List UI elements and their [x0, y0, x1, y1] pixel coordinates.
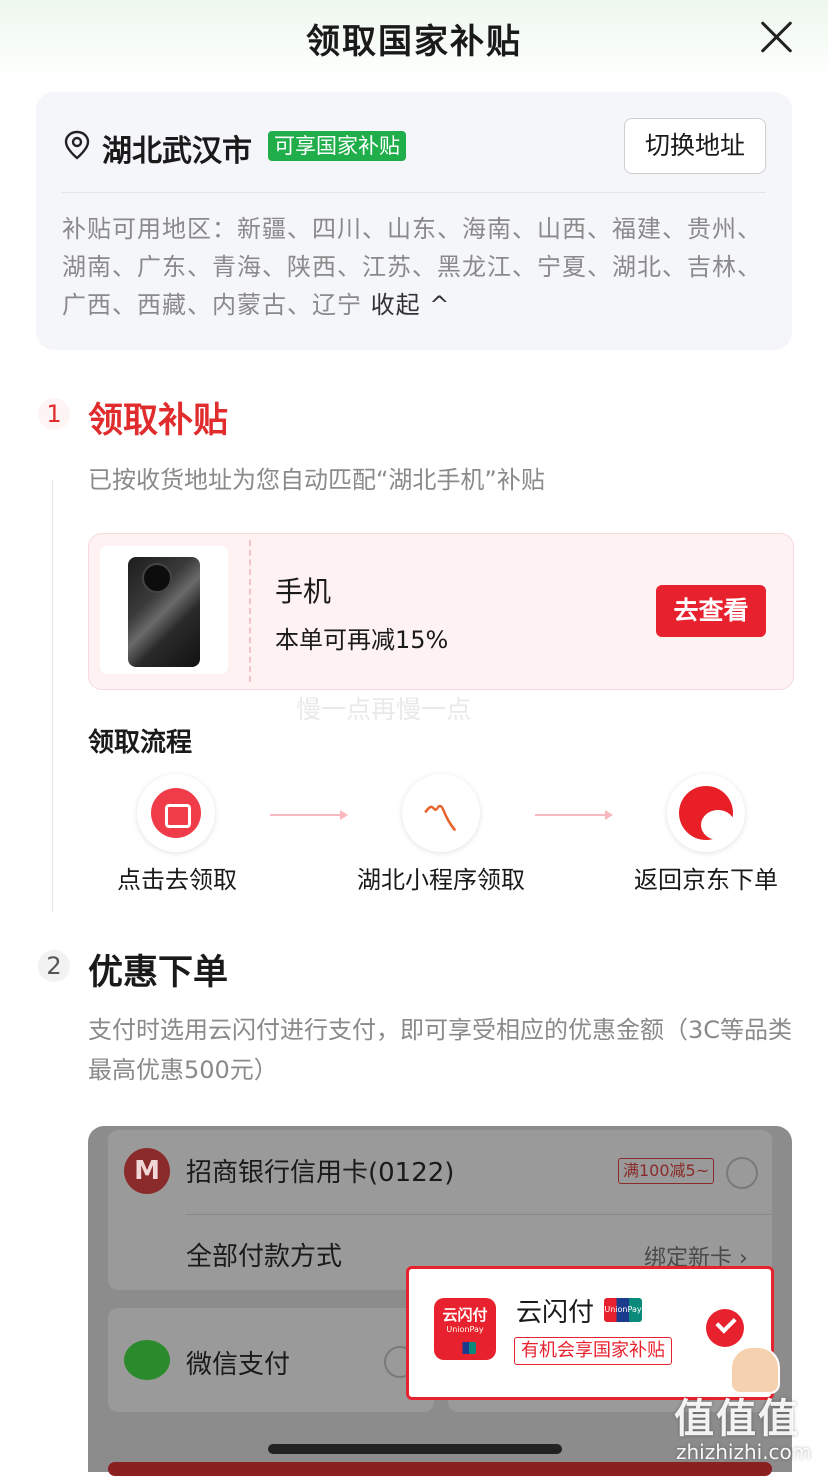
overlay-watermark: 慢一点再慢一点	[296, 695, 472, 724]
unionpay-brand-icon: UnionPay 银联	[604, 1298, 642, 1338]
hubei-logo-icon: 〽	[402, 774, 480, 852]
view-subsidy-button[interactable]: 去查看	[656, 585, 766, 637]
step-2-title: 优惠下单	[88, 953, 229, 993]
divider	[62, 192, 766, 193]
step-connector-line	[52, 480, 53, 912]
step-1-title: 领取补贴	[88, 401, 229, 441]
dashed-separator	[249, 540, 251, 682]
unionpay-logo-text: 云闪付	[442, 1306, 488, 1324]
product-discount: 本单可再减15%	[275, 626, 449, 654]
promo-tag: 满100减5~	[618, 1158, 715, 1184]
flow-step-label: 点击去领取	[117, 866, 237, 894]
ticket-icon	[137, 774, 215, 852]
cmb-bank-logo-icon: M	[124, 1148, 170, 1194]
wechat-pay-label: 微信支付	[186, 1350, 291, 1380]
subsidy-eligible-badge: 可享国家补贴	[268, 131, 406, 161]
site-watermark-logo: 值值值	[674, 1396, 800, 1442]
all-payment-methods: 全部付款方式	[186, 1242, 343, 1272]
step-1-number: 1	[38, 398, 70, 430]
unionpay-name: 云闪付	[516, 1298, 595, 1328]
unionpay-card-icon	[456, 1342, 476, 1354]
checkmark-icon	[706, 1309, 744, 1347]
radio-button	[726, 1157, 758, 1189]
step-1-description: 已按收货地址为您自动匹配“湖北手机”补贴	[88, 466, 545, 494]
arrow-right-icon	[535, 810, 613, 820]
site-watermark-url: zhizhizhi.com	[676, 1440, 812, 1464]
wechat-pay-icon	[124, 1340, 170, 1380]
cmb-card-name: 招商银行信用卡(0122)	[186, 1158, 455, 1188]
divider	[186, 1214, 772, 1215]
home-indicator	[268, 1444, 562, 1454]
page-title: 领取国家补贴	[306, 22, 522, 62]
product-category: 手机	[275, 575, 332, 608]
step-2-number: 2	[38, 950, 70, 982]
flow-title: 领取流程	[88, 728, 193, 758]
flow-step-label: 湖北小程序领取	[357, 866, 525, 894]
collapse-toggle[interactable]: 收起 ^	[371, 291, 451, 319]
camera-module	[142, 563, 172, 593]
switch-address-button[interactable]: 切换地址	[624, 118, 766, 174]
flow-step-label: 返回京东下单	[634, 866, 778, 894]
jd-mascot-icon	[667, 774, 745, 852]
current-city: 湖北武汉市	[102, 134, 252, 169]
location-pin-icon	[64, 130, 90, 160]
available-regions: 补贴可用地区：新疆、四川、山东、海南、山西、福建、贵州、湖南、广东、青海、陕西、…	[62, 210, 772, 324]
unionpay-subsidy-tag: 有机会享国家补贴	[514, 1337, 672, 1365]
arrow-right-icon	[270, 810, 348, 820]
unionpay-logo-subtext: UnionPay	[446, 1325, 484, 1334]
step-2-description: 支付时选用云闪付进行支付，即可享受相应的优惠金额（3C等品类最高优惠500元）	[88, 1016, 793, 1084]
pay-button-edge	[108, 1462, 772, 1476]
close-icon[interactable]	[758, 18, 794, 54]
